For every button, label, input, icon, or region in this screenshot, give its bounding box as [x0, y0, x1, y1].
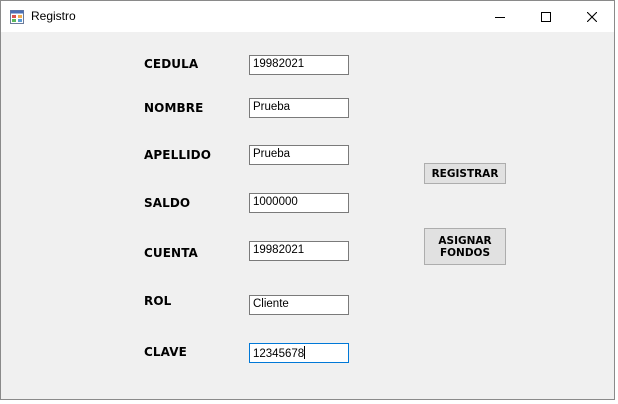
saldo-label: SALDO	[144, 196, 191, 210]
text-caret	[304, 346, 306, 359]
cuenta-label: CUENTA	[144, 246, 198, 260]
clave-field[interactable]: 12345678	[249, 343, 349, 363]
close-icon	[587, 11, 597, 22]
maximize-button[interactable]	[523, 1, 569, 32]
maximize-icon	[541, 11, 551, 22]
nombre-field[interactable]: Prueba	[249, 98, 349, 118]
minimize-button[interactable]	[477, 1, 523, 32]
close-button[interactable]	[569, 1, 615, 32]
clave-label: CLAVE	[144, 345, 187, 359]
registro-window: Registro CEDULA 19982021 NOMBRE Prueba A…	[0, 0, 615, 400]
rol-label: ROL	[144, 294, 172, 308]
form-app-icon	[10, 9, 24, 24]
cedula-field[interactable]: 19982021	[249, 55, 349, 75]
minimize-icon	[495, 16, 505, 18]
cedula-label: CEDULA	[144, 57, 199, 71]
title-bar[interactable]: Registro	[1, 1, 614, 32]
cuenta-field[interactable]: 19982021	[249, 241, 349, 261]
rol-field[interactable]: Cliente	[249, 295, 349, 315]
clave-value: 12345678	[253, 348, 305, 360]
apellido-field[interactable]: Prueba	[249, 145, 349, 165]
registrar-button[interactable]: REGISTRAR	[424, 163, 506, 184]
window-title: Registro	[31, 9, 76, 23]
nombre-label: NOMBRE	[144, 101, 204, 115]
saldo-field[interactable]: 1000000	[249, 193, 349, 213]
apellido-label: APELLIDO	[144, 148, 211, 162]
asignar-fondos-label-line2: FONDOS	[439, 246, 491, 259]
asignar-fondos-label-line1: ASIGNAR	[438, 234, 492, 247]
asignar-fondos-button[interactable]: ASIGNAR FONDOS	[424, 228, 506, 265]
